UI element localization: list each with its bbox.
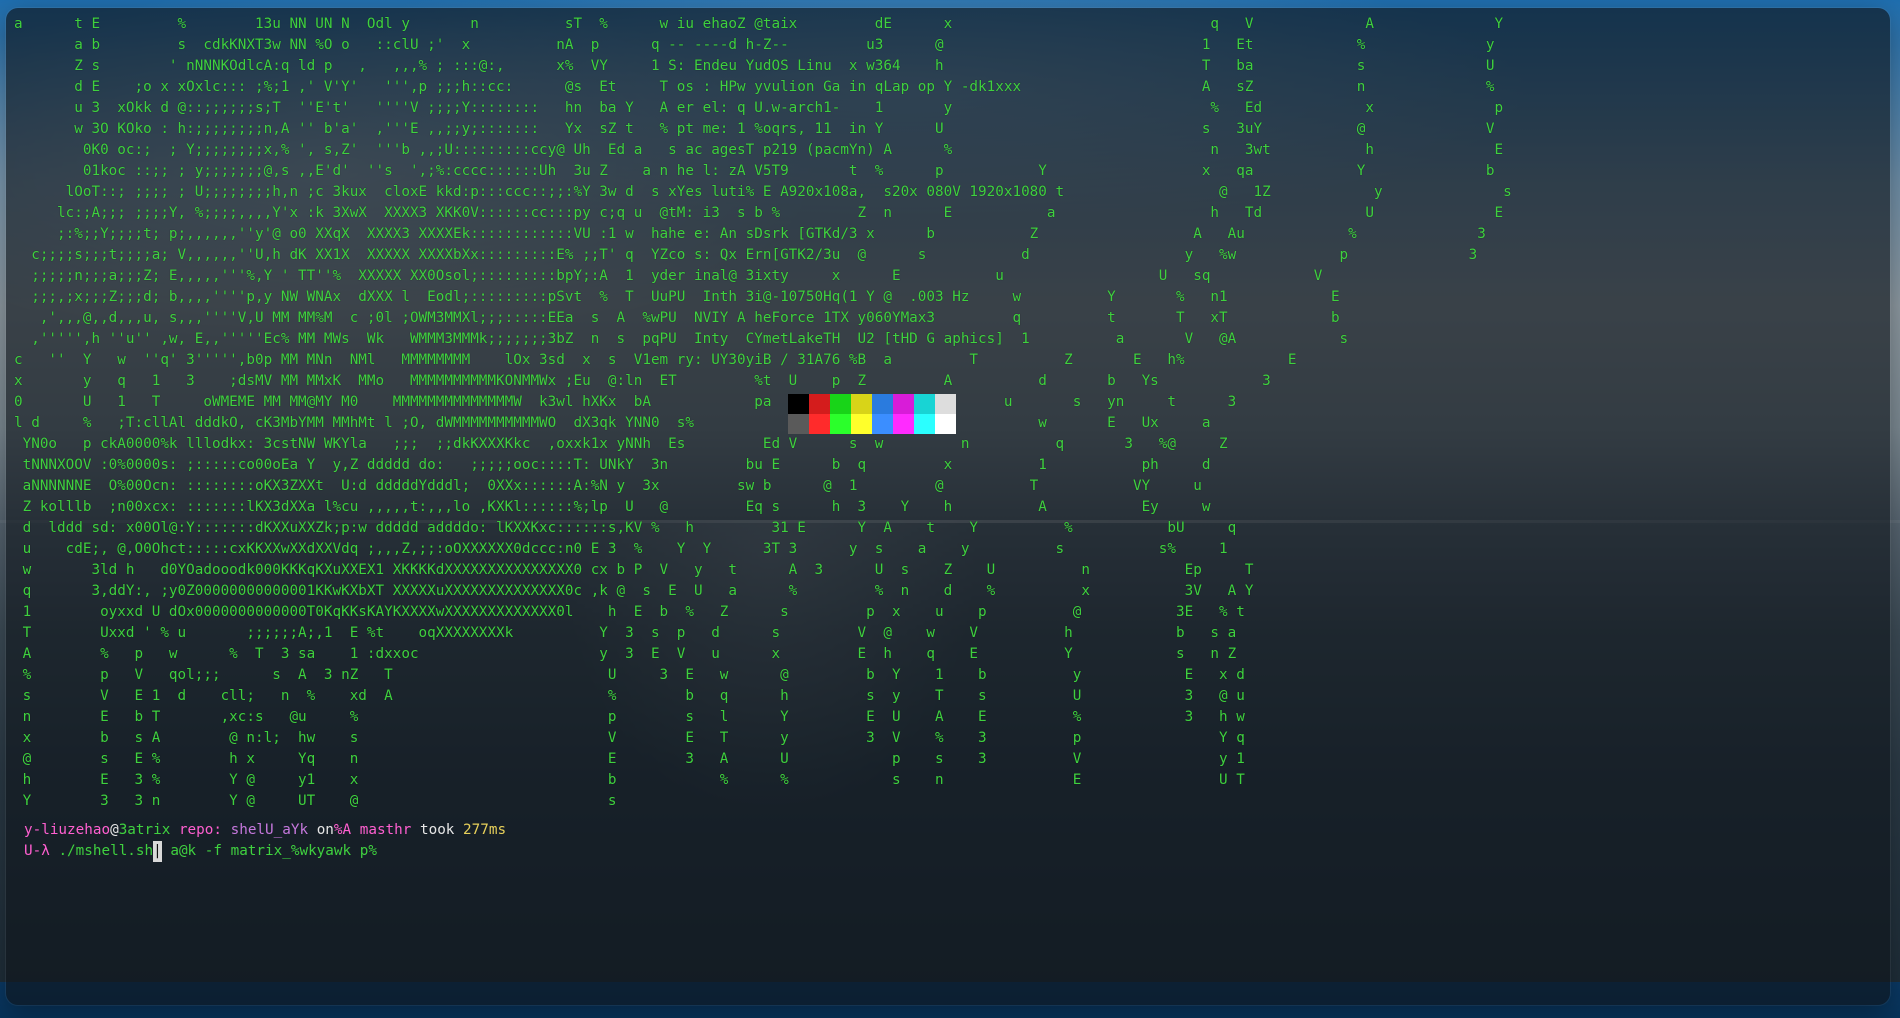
palette-swatch — [830, 414, 851, 434]
matrix-rain-output: a t E % 13u NN UN N Odl y n sT % w iu eh… — [14, 14, 1512, 812]
terminal-line: 1 oyxxd U dOx0000000000000T0KqKKsKAYKXXX… — [14, 604, 1245, 620]
text-cursor: | — [153, 841, 162, 862]
terminal-line: w 3ld h d0YOadooodk000KKKqKXuXXEX1 XKKKK… — [14, 562, 1254, 578]
palette-swatch — [893, 394, 914, 414]
prompt-duration: 277ms — [463, 822, 507, 838]
terminal-line: u cdE;, @,O0Ohct:::::cxKKXXwXXdXXVdq ;,,… — [14, 541, 1228, 557]
terminal-line: aNNNNNNE O%00Ocn: ::::::::oKX3ZXXt U:d d… — [14, 478, 1202, 494]
palette-swatch — [893, 414, 914, 434]
terminal-line: ,',,,@,,d,,,u, s,,,''''V,U MM MM%M c ;0l… — [14, 310, 1340, 326]
terminal-line: q 3,ddY:, ;y0Z00000000000001KKwKXbXT XXX… — [14, 583, 1254, 599]
terminal-line: @ s E % h x Yq n E 3 A U p s 3 V y 1 — [14, 751, 1245, 767]
terminal-line: c;;;;s;;;t;;;;a; V,,,,,,''U,h dK XX1X XX… — [14, 247, 1478, 263]
terminal-line: A % p w % T 3 sa 1 :dxxoc y 3 E V u x E … — [14, 646, 1237, 662]
terminal-line: lOoT::; ;;;; ; U;;;;;;;;h,n ;c 3kux clox… — [14, 184, 1512, 200]
terminal-line: 01koc ::;; ; y;;;;;;;@,s ,,E'd' ''s ',;%… — [14, 163, 1495, 179]
prompt-repo-label: repo: — [178, 822, 222, 838]
typed-command-rest: a@k -f matrix_%wkyawk p% — [170, 843, 377, 859]
command-input-line[interactable]: U-λ ./mshell.sh| a@k -f matrix_%wkyawk p… — [24, 841, 377, 862]
palette-swatch — [809, 414, 830, 434]
palette-swatch — [872, 394, 893, 414]
palette-swatch — [809, 394, 830, 414]
palette-swatch — [914, 394, 935, 414]
terminal-line: w 3O KOko : h:;;;;;;;;n,A '' b'a' ,'''E … — [14, 121, 1495, 137]
terminal-line: 0K0 oc:; ; Y;;;;;;;;x,% ', s,Z' '''b ,,;… — [14, 142, 1504, 158]
terminal-line: x b s A @ n:l; hw s V E T y 3 V % 3 p Y … — [14, 730, 1245, 746]
prompt-user: y-liuzehao — [24, 822, 111, 838]
shell-prompt: y-liuzehao@3atrix repo: shelU_aYk on%A m… — [24, 820, 506, 841]
prompt-host: 3atrix — [118, 822, 171, 838]
palette-swatch — [851, 394, 872, 414]
terminal-line: x y q 1 3 ;dsMV MM MMxK MMo MMMMMMMMMMKO… — [14, 373, 1271, 389]
terminal-line: YN0o p ckA0000%k lllodkx: 3cstNW WKYla ;… — [14, 436, 1228, 452]
palette-swatch — [788, 414, 809, 434]
terminal-line: Z kolllb ;n00xcx: :::::::lKX3dXXa l%cu ,… — [14, 499, 1211, 515]
terminal-line: h E 3 % Y @ y1 x b % % s n E U T — [14, 772, 1245, 788]
terminal-line: ;;;;;n;;;a;;;Z; E,,,,,'''%,Y ' TT''% XXX… — [14, 268, 1323, 284]
palette-swatch — [914, 414, 935, 434]
palette-swatch — [935, 414, 956, 434]
terminal-line: ;:%;;Y;;;;t; p;,,,,,,''y'@ o0 XXqX XXXX3… — [14, 226, 1486, 242]
terminal-line: ,''''',h ''u'' ,w, E,,'''''Ec% MM MWs Wk… — [14, 331, 1349, 347]
terminal-line: Y 3 3 n Y @ UT @ s — [14, 793, 1237, 809]
typed-command[interactable]: ./mshell.sh — [58, 843, 153, 859]
prompt-took: took — [419, 822, 455, 838]
prompt-at: @ — [110, 822, 119, 838]
terminal-line: 0 U 1 T oWMEME MM MM@MY M0 MMMMMMMMMMMMM… — [14, 394, 1237, 410]
terminal-line: T Uxxd ' % u ;;;;;;A;,1 E %t oqXXXXXXXXk… — [14, 625, 1237, 641]
terminal-line: u 3 xOkk d @::;;;;;;s;T ''E't' ''''V ;;;… — [14, 100, 1504, 116]
terminal-line: % p V qol;;; s A 3 nZ T U 3 E w @ b Y 1 … — [14, 667, 1245, 683]
palette-swatch — [872, 414, 893, 434]
terminal-line: a t E % 13u NN UN N Odl y n sT % w iu eh… — [14, 16, 1504, 32]
terminal-window[interactable]: a t E % 13u NN UN N Odl y n sT % w iu eh… — [6, 8, 1890, 1005]
prompt-git-branch: %A masthr — [333, 822, 412, 838]
terminal-line: c '' Y w ''q' 3''''',b0p MM MNn NMl MMMM… — [14, 352, 1297, 368]
palette-swatch — [935, 394, 956, 414]
terminal-line: l d % ;T:cllAl dddkO, cK3MbYMM MMhMt l ;… — [14, 415, 1211, 431]
palette-swatch — [830, 394, 851, 414]
terminal-line: a b s cdkKNXT3w NN %O o ::clU ;' x nA p … — [14, 37, 1495, 53]
neofetch-color-palette — [788, 394, 956, 434]
prompt-symbol: U-λ — [24, 843, 50, 859]
terminal-line: d E ;o x xOxlc::: ;%;1 ,' V'Y' ''',p ;;;… — [14, 79, 1495, 95]
palette-swatch — [788, 394, 809, 414]
prompt-on: on — [316, 822, 334, 838]
palette-swatch — [851, 414, 872, 434]
terminal-line: lc:;A;;; ;;;;Y, %;;;;,,,,Y'x :k 3XwX XXX… — [14, 205, 1504, 221]
terminal-line: d lddd sd: x00Ol@:Y:::::::dKXXuXXZk;p:w … — [14, 520, 1237, 536]
prompt-repo-name: shelU_aYk — [230, 822, 309, 838]
terminal-line: Z s ' nNNNKOdlcA:q ld p , ,,,% ; :::@:, … — [14, 58, 1495, 74]
terminal-line: tNNNXOOV :0%0000s: ;:::::co00oEa Y y,Z d… — [14, 457, 1211, 473]
terminal-line: n E b T ,xc:s @u % p s l Y E U A E % 3 h… — [14, 709, 1245, 725]
terminal-line: ;;;,;x;;;Z;;;d; b,,,,''''p,y NW WNAx dXX… — [14, 289, 1340, 305]
terminal-line: s V E 1 d cll; n % xd A % b q h s y T s … — [14, 688, 1245, 704]
